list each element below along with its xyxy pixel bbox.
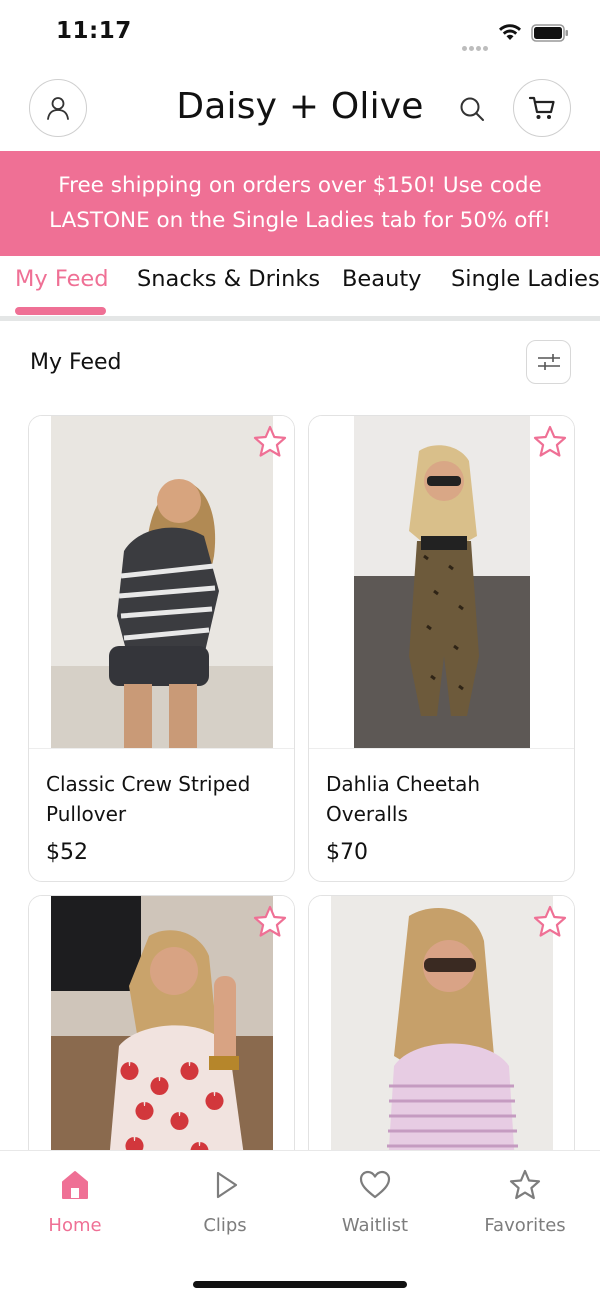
nav-waitlist[interactable]: Waitlist bbox=[300, 1169, 450, 1236]
promo-banner[interactable]: Free shipping on orders over $150! Use c… bbox=[0, 151, 600, 256]
product-name: Dahlia Cheetah Overalls bbox=[326, 772, 481, 826]
status-bar: 11:17 bbox=[0, 0, 600, 64]
nav-favorites-label: Favorites bbox=[484, 1215, 566, 1236]
favorite-star-icon[interactable] bbox=[532, 424, 568, 460]
category-tabs: My Feed Snacks & Drinks Beauty Single La… bbox=[0, 256, 600, 318]
product-image bbox=[29, 416, 294, 749]
brand-title: Daisy + Olive bbox=[176, 86, 424, 127]
nav-home[interactable]: Home bbox=[0, 1169, 150, 1236]
card-divider bbox=[309, 748, 574, 749]
cart-button[interactable] bbox=[513, 79, 571, 137]
nav-home-label: Home bbox=[48, 1215, 102, 1236]
sliders-icon bbox=[537, 354, 560, 370]
feed-title: My Feed bbox=[30, 350, 122, 375]
tab-snacks-drinks[interactable]: Snacks & Drinks bbox=[137, 266, 320, 292]
card-divider bbox=[29, 748, 294, 749]
nav-clips-label: Clips bbox=[203, 1215, 247, 1236]
wifi-icon bbox=[499, 24, 521, 40]
product-card[interactable]: Classic Crew Striped Pullover $52 bbox=[28, 415, 295, 882]
nav-favorites[interactable]: Favorites bbox=[450, 1169, 600, 1236]
home-indicator[interactable] bbox=[193, 1281, 407, 1288]
home-icon bbox=[62, 1171, 88, 1199]
tab-single-ladies[interactable]: Single Ladies bbox=[451, 266, 600, 292]
filter-button[interactable] bbox=[526, 340, 571, 384]
status-time: 11:17 bbox=[56, 18, 132, 44]
product-image bbox=[309, 416, 574, 749]
tabs-divider bbox=[0, 316, 600, 321]
favorite-star-icon[interactable] bbox=[532, 904, 568, 940]
bottom-navigation: Home Clips Waitlist Favorites bbox=[0, 1150, 600, 1299]
signal-dots-icon bbox=[462, 36, 490, 51]
battery-icon bbox=[531, 24, 568, 42]
tab-beauty[interactable]: Beauty bbox=[342, 266, 421, 292]
heart-icon bbox=[359, 1170, 391, 1199]
cart-icon bbox=[528, 96, 555, 119]
favorite-star-icon[interactable] bbox=[252, 904, 288, 940]
active-tab-indicator bbox=[15, 307, 106, 315]
tab-my-feed[interactable]: My Feed bbox=[15, 266, 109, 292]
star-icon bbox=[509, 1169, 541, 1200]
product-price: $52 bbox=[46, 840, 88, 865]
nav-clips[interactable]: Clips bbox=[150, 1169, 300, 1236]
nav-waitlist-label: Waitlist bbox=[341, 1215, 409, 1236]
product-card[interactable]: Dahlia Cheetah Overalls $70 bbox=[308, 415, 575, 882]
search-icon[interactable] bbox=[457, 94, 487, 124]
product-name: Classic Crew Striped Pullover bbox=[46, 772, 251, 826]
promo-line-2: LASTONE on the Single Ladies tab for 50%… bbox=[49, 208, 551, 233]
play-icon bbox=[216, 1171, 238, 1199]
product-price: $70 bbox=[326, 840, 368, 865]
favorite-star-icon[interactable] bbox=[252, 424, 288, 460]
app-header: Daisy + Olive bbox=[0, 70, 600, 148]
promo-line-1: Free shipping on orders over $150! Use c… bbox=[58, 173, 542, 198]
